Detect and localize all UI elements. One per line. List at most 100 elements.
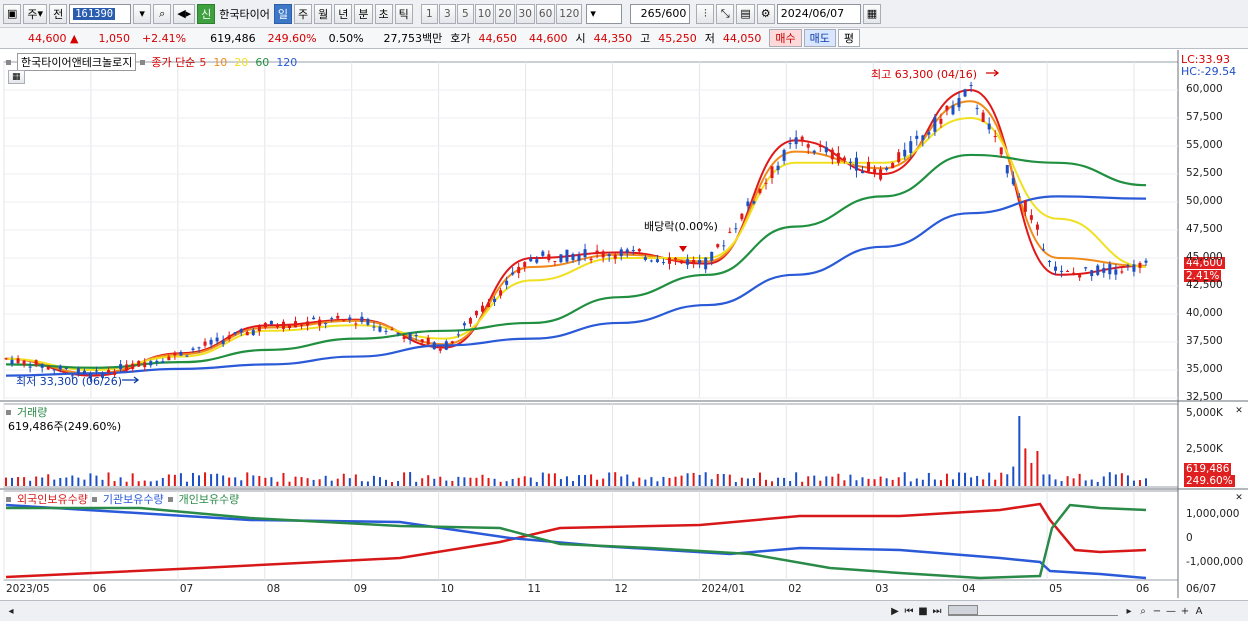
y-axis-label: 40,000 <box>1186 307 1223 319</box>
buy-button[interactable]: 매수 <box>769 29 802 47</box>
holding-close-icon[interactable]: ✕ <box>1232 491 1246 505</box>
volume-bar <box>445 480 448 486</box>
legend-marker-icon <box>140 59 146 65</box>
volume-bar <box>734 481 737 486</box>
scroll-right-icon[interactable]: ▸ <box>1122 604 1136 618</box>
volume-bar <box>1048 474 1051 486</box>
candle-body <box>951 105 955 115</box>
volume-bar <box>288 481 291 486</box>
timeframe-4[interactable]: 분 <box>354 3 373 24</box>
candle-body <box>619 249 623 257</box>
code-dropdown-icon[interactable]: ▾ <box>133 3 152 24</box>
candle-body <box>571 254 575 261</box>
rewind-icon[interactable]: ⏮ <box>902 604 916 618</box>
volume-bar <box>559 479 562 486</box>
zoom-slider[interactable] <box>948 605 1118 616</box>
window-menu-icon[interactable]: ▣ <box>3 3 22 24</box>
shin-button[interactable]: 신 <box>197 3 216 24</box>
candle-body <box>493 298 497 302</box>
zoom-handle[interactable] <box>948 605 978 615</box>
stop-icon[interactable]: ■ <box>916 604 930 618</box>
magnify-icon[interactable]: ⌕ <box>1136 604 1150 618</box>
play-icon[interactable]: ▶ <box>888 604 902 618</box>
volume-bar <box>1036 451 1039 486</box>
candle-body <box>239 329 243 333</box>
timeframe-1[interactable]: 주 <box>294 3 313 24</box>
volume-bar <box>921 479 924 486</box>
timeframe-0[interactable]: 일 <box>273 3 293 24</box>
search-icon[interactable]: ⌕ <box>153 3 172 24</box>
candle-body <box>119 364 123 370</box>
zoom-line-icon[interactable]: — <box>1164 604 1178 618</box>
volume-bar <box>222 475 225 486</box>
zoom-out-icon[interactable]: − <box>1150 604 1164 618</box>
period-unit-select[interactable]: 주 ▾ <box>23 3 48 24</box>
timeframe-5[interactable]: 초 <box>374 3 393 24</box>
sell-button[interactable]: 매도 <box>803 29 836 47</box>
candle-body <box>1041 249 1045 251</box>
volume-bar <box>777 477 780 486</box>
candle-body <box>432 342 436 350</box>
candle-body <box>752 201 756 204</box>
prev-button[interactable]: 전 <box>49 3 68 24</box>
candle-body <box>969 84 973 86</box>
interval-4[interactable]: 20 <box>495 3 515 24</box>
volume-bar <box>107 472 110 486</box>
gear-icon[interactable]: ⚙ <box>756 3 775 24</box>
zoom-in-icon[interactable]: + <box>1178 604 1192 618</box>
volume-bar <box>632 481 635 486</box>
volume-bar <box>861 477 864 486</box>
interval-2[interactable]: 5 <box>456 3 474 24</box>
volume-bar <box>1102 476 1105 486</box>
x-axis-label: 08 <box>266 583 281 595</box>
high-arrow-icon <box>986 69 1000 77</box>
volume-bar <box>1042 474 1045 486</box>
candle-body <box>203 341 207 346</box>
timeframe-3[interactable]: 년 <box>334 3 353 24</box>
chart-type-icon[interactable]: ⫶ <box>696 3 715 24</box>
save-icon[interactable]: ▤ <box>736 3 755 24</box>
count-input[interactable]: 265/600 <box>630 3 691 24</box>
font-size-icon[interactable]: A <box>1192 604 1206 618</box>
candle-body <box>667 257 671 264</box>
chart-area[interactable]: 한국타이어앤테크놀로지 종가 단순 5 10 20 60 120 ▦ 최고 63,300… <box>0 50 1248 600</box>
volume-bar <box>234 477 237 486</box>
interval-0[interactable]: 1 <box>420 3 438 24</box>
code-input[interactable]: 161390 <box>69 3 132 24</box>
period-unit-label: 주 <box>27 7 38 21</box>
volume-bar <box>1114 474 1117 486</box>
calendar-icon[interactable]: ▦ <box>862 3 882 24</box>
candle-body <box>728 231 732 233</box>
candle-body <box>396 332 400 334</box>
ask-label: 호가 <box>450 32 471 45</box>
candle-body <box>885 167 889 170</box>
date-input[interactable]: 2024/06/07 <box>776 3 861 24</box>
candle-body <box>1138 262 1142 268</box>
interval-3[interactable]: 10 <box>474 3 495 24</box>
interval-1[interactable]: 3 <box>438 3 456 24</box>
volume-close-icon[interactable]: ✕ <box>1232 404 1246 418</box>
interval-6[interactable]: 60 <box>535 3 556 24</box>
candle-body <box>294 321 298 328</box>
volume-bar <box>571 481 574 486</box>
timeframe-6[interactable]: 틱 <box>394 3 413 24</box>
draw-icon[interactable]: ⤡ <box>716 3 735 24</box>
grid-toggle-icon[interactable]: ▦ <box>8 70 25 84</box>
interval-select[interactable]: ▾ <box>586 3 623 24</box>
scroll-track[interactable] <box>22 605 884 617</box>
interval-7[interactable]: 120 <box>556 3 583 24</box>
interval-5[interactable]: 30 <box>515 3 535 24</box>
scroll-left-icon[interactable]: ◂ <box>4 604 18 618</box>
candle-body <box>1102 268 1106 273</box>
avg-button[interactable]: 평 <box>837 29 861 47</box>
volume-bar <box>300 477 303 486</box>
volume-bar <box>433 478 436 486</box>
volume-bar <box>1072 478 1075 486</box>
speaker-icon[interactable]: ◀▸ <box>173 3 196 24</box>
forward-icon[interactable]: ⏭ <box>930 604 944 618</box>
chart-canvas[interactable] <box>0 50 1248 600</box>
timeframe-2[interactable]: 월 <box>314 3 333 24</box>
x-axis-label: 06 <box>92 583 107 595</box>
volume-bar <box>517 477 520 486</box>
candle-body <box>903 149 907 157</box>
